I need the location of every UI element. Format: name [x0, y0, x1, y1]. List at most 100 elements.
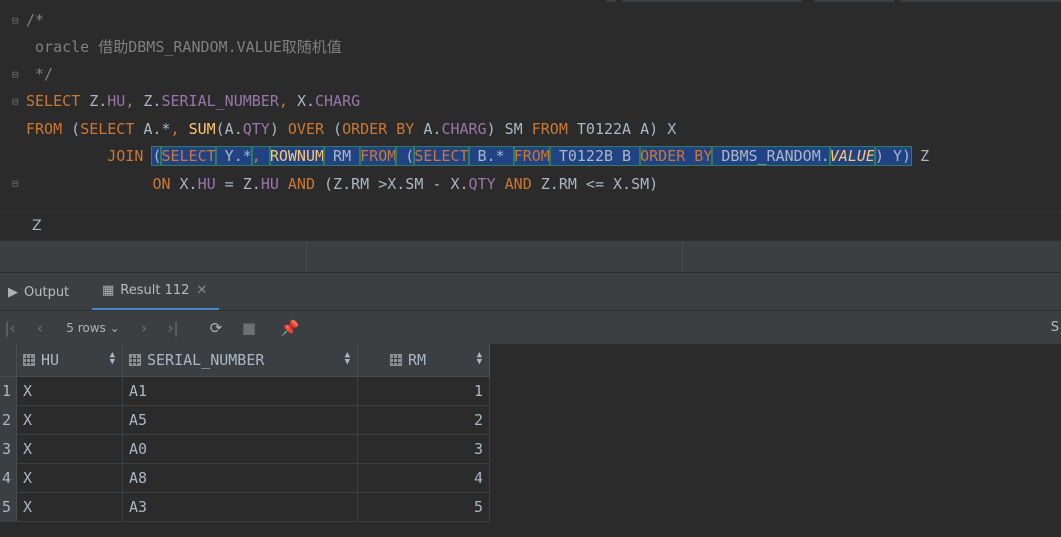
sort-icon[interactable]: ▲ ▼: [345, 351, 350, 367]
code-token: (: [62, 120, 81, 138]
rows-label: 5 rows: [66, 321, 106, 335]
fold-open-icon[interactable]: ⊟: [12, 96, 22, 108]
table-row[interactable]: 3 X A0 3: [0, 434, 490, 464]
code-line[interactable]: ON X.HU = Z.HU AND (Z.RM >X.SM - X.QTY A…: [26, 171, 658, 198]
cell-rm[interactable]: 3: [357, 434, 490, 464]
code-line[interactable]: JOIN (SELECT Y.*, ROWNUM RM FROM (SELECT…: [26, 143, 929, 170]
cell-hu[interactable]: X: [16, 492, 123, 522]
tab-marker: [606, 0, 616, 2]
code-token: (: [395, 146, 416, 166]
editor-top-strip: [0, 0, 1061, 6]
tab-marker: [622, 0, 802, 2]
column-header-serial-number[interactable]: SERIAL_NUMBER ▲ ▼: [122, 344, 358, 377]
output-icon: ▶: [8, 284, 18, 300]
next-page-icon[interactable]: ›: [136, 317, 152, 339]
table-row[interactable]: 5 X A3 5: [0, 492, 490, 522]
code-token: Z.RM <= X.SM): [531, 175, 659, 193]
code-token: FROM: [359, 146, 398, 166]
table-icon: ▦: [102, 283, 115, 298]
chevron-down-icon: ⌄: [109, 321, 120, 335]
code-token: FROM: [26, 120, 63, 138]
code-token: ROWNUM: [268, 146, 326, 166]
fold-open-icon[interactable]: ⊟: [12, 15, 22, 27]
cell-rm[interactable]: 2: [357, 405, 490, 435]
splitter-bar[interactable]: [0, 240, 1061, 273]
code-token: RM: [323, 146, 362, 166]
code-token: X.: [296, 92, 315, 110]
cell-serial-number[interactable]: A5: [122, 405, 358, 435]
code-token: SUM: [188, 120, 216, 138]
code-line[interactable]: /*: [26, 7, 44, 34]
cell-hu[interactable]: X: [16, 376, 123, 406]
cell-hu[interactable]: X: [16, 434, 123, 464]
previous-page-icon[interactable]: ‹: [32, 317, 48, 339]
code-token: AND: [504, 175, 532, 193]
code-line[interactable]: */: [26, 61, 53, 88]
code-token: Y.*: [214, 146, 253, 166]
pin-icon[interactable]: 📌: [280, 317, 300, 339]
cell-hu[interactable]: X: [16, 463, 123, 493]
code-token: Z: [911, 147, 930, 165]
code-token: ,: [170, 120, 189, 138]
editor-gutter: ⊟ ⊟ ⊟ ⊟: [0, 6, 24, 212]
code-line[interactable]: oracle 借助DBMS_RANDOM.VALUE取随机值: [26, 34, 342, 61]
code-token: HU: [107, 92, 126, 110]
cell-serial-number[interactable]: A0: [122, 434, 358, 464]
tab-result[interactable]: ▦ Result 112 ✕: [92, 273, 220, 311]
close-icon[interactable]: ✕: [196, 283, 207, 298]
code-token: ORDER BY: [342, 120, 415, 138]
code-line[interactable]: FROM (SELECT A.*, SUM(A.QTY) OVER (ORDER…: [26, 116, 676, 143]
row-number: 3: [0, 434, 17, 464]
tab-marker: [814, 0, 894, 2]
row-number-header: [0, 344, 17, 377]
column-header-hu[interactable]: HU ▲ ▼: [16, 344, 123, 377]
tab-output[interactable]: ▶ Output: [8, 273, 69, 311]
cell-hu[interactable]: X: [16, 405, 123, 435]
result-grid[interactable]: HU ▲▼ SERIAL_NUMBER ▲▼ RM ▲▼ 1 X A1 1: [0, 344, 1061, 537]
sort-icon[interactable]: ▲ ▼: [477, 351, 482, 367]
cell-serial-number[interactable]: A8: [122, 463, 358, 493]
table-row[interactable]: 4 X A8 4: [0, 463, 490, 493]
cell-serial-number[interactable]: A3: [122, 492, 358, 522]
cell-serial-number[interactable]: A1: [122, 376, 358, 406]
table-row[interactable]: 2 X A5 2: [0, 405, 490, 435]
code-line[interactable]: SELECT Z.HU, Z.SERIAL_NUMBER, X.CHARG: [26, 88, 360, 115]
cell-rm[interactable]: 4: [357, 463, 490, 493]
last-page-icon[interactable]: ›|: [164, 317, 182, 339]
code-token: SELECT: [80, 120, 135, 138]
code-token: B.*: [467, 146, 515, 166]
results-tabbar: ▶ Output ▦ Result 112 ✕: [0, 272, 1061, 311]
code-token: (Z.RM >X.SM - X.: [315, 175, 469, 193]
column-icon: [23, 354, 35, 366]
code-token: QTY: [468, 175, 496, 193]
sort-icon[interactable]: ▲ ▼: [110, 351, 115, 367]
code-token: JOIN: [107, 147, 144, 165]
table-row[interactable]: 1 X A1 1: [0, 376, 490, 406]
column-header-rm[interactable]: RM ▲ ▼: [357, 344, 490, 377]
tab-marker: [900, 0, 1061, 2]
stop-icon[interactable]: ■: [240, 317, 258, 339]
cell-rm[interactable]: 5: [357, 492, 490, 522]
results-toolbar: |‹ ‹ 5 rows ⌄ › ›| ⟳ ■ 📌: [0, 310, 1061, 345]
fold-close-icon[interactable]: ⊟: [12, 69, 22, 81]
row-number: 2: [0, 405, 17, 435]
fold-close-icon[interactable]: ⊟: [12, 178, 22, 190]
rows-selector[interactable]: 5 rows ⌄: [62, 317, 124, 339]
column-icon: [129, 354, 141, 366]
code-token: OVER: [287, 120, 325, 138]
refresh-icon[interactable]: ⟳: [206, 317, 226, 339]
cell-rm[interactable]: 1: [357, 376, 490, 406]
code-token: T0122B B: [548, 146, 642, 166]
sql-editor[interactable]: ⊟ ⊟ ⊟ ⊟ /* oracle 借助DBMS_RANDOM.VALUE取随机…: [0, 0, 1061, 212]
first-page-icon[interactable]: |‹: [2, 317, 18, 339]
code-token: ORDER BY: [639, 146, 714, 166]
code-token: FROM: [531, 120, 568, 138]
splitter-divider: [306, 241, 307, 273]
code-token: QTY: [242, 120, 270, 138]
code-token: HU: [260, 175, 279, 193]
code-token: /*: [26, 11, 45, 29]
breadcrumb-label[interactable]: Z: [32, 218, 42, 234]
